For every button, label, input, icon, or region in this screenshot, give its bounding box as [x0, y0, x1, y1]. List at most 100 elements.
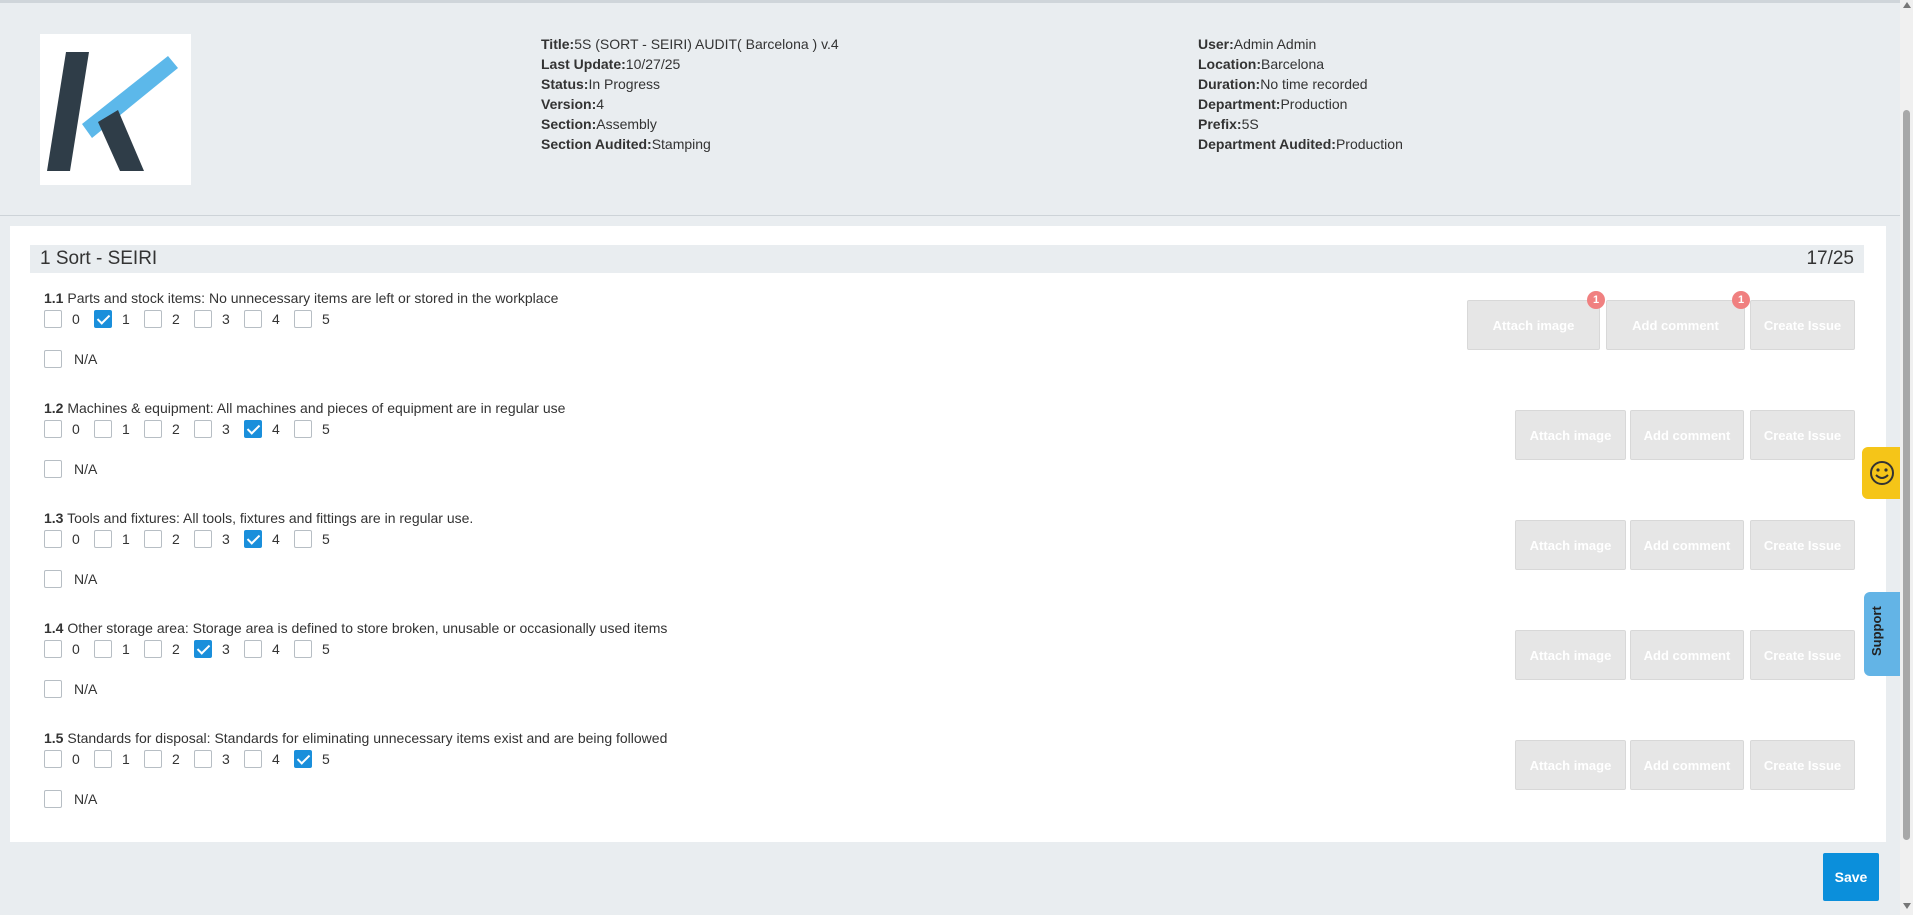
score-option-label: 3	[222, 751, 230, 767]
score-checkbox[interactable]	[94, 310, 112, 328]
score-option-label: 1	[122, 641, 130, 657]
create-issue-button[interactable]: Create Issue	[1750, 520, 1855, 570]
attach-image-button[interactable]: Attach image 1	[1467, 291, 1605, 350]
question-text: 1.4 Other storage area: Storage area is …	[44, 620, 668, 636]
score-checkbox[interactable]	[194, 750, 212, 768]
na-label: N/A	[74, 681, 98, 697]
na-checkbox[interactable]	[44, 350, 62, 368]
score-checkbox[interactable]	[94, 640, 112, 658]
question-row: 1.5 Standards for disposal: Standards fo…	[44, 730, 1855, 830]
meta-row-version: Version:4	[541, 96, 605, 112]
add-comment-button[interactable]: Add comment	[1630, 630, 1744, 680]
score-checkbox[interactable]	[144, 640, 162, 658]
attach-image-button[interactable]: Attach image	[1515, 520, 1626, 570]
attach-image-button-label: Attach image	[1492, 317, 1575, 333]
question-text: 1.2 Machines & equipment: All machines a…	[44, 400, 566, 416]
add-comment-button[interactable]: Add comment	[1630, 520, 1744, 570]
score-checkbox[interactable]	[194, 530, 212, 548]
na-checkbox[interactable]	[44, 680, 62, 698]
add-comment-button[interactable]: Add comment	[1630, 740, 1744, 790]
score-checkbox[interactable]	[194, 420, 212, 438]
score-checkbox[interactable]	[144, 420, 162, 438]
score-checkbox[interactable]	[244, 530, 262, 548]
score-checkbox[interactable]	[44, 420, 62, 438]
attach-image-button[interactable]: Attach image	[1515, 630, 1626, 680]
save-button[interactable]: Save	[1823, 853, 1879, 901]
score-option-label: 0	[72, 641, 80, 657]
score-checkbox[interactable]	[244, 750, 262, 768]
score-checkbox[interactable]	[44, 530, 62, 548]
score-checkbox[interactable]	[144, 530, 162, 548]
company-logo	[40, 34, 191, 185]
score-checkbox[interactable]	[244, 640, 262, 658]
meta-row-section: Section:Assembly	[541, 116, 657, 132]
scrollbar-thumb[interactable]	[1903, 110, 1910, 840]
meta-row-user: User:Admin Admin	[1198, 36, 1317, 52]
na-checkbox[interactable]	[44, 790, 62, 808]
add-comment-button-label: Add comment	[1632, 317, 1719, 333]
score-option-label: 4	[272, 641, 280, 657]
score-checkbox[interactable]	[294, 530, 312, 548]
score-option-label: 1	[122, 531, 130, 547]
add-comment-button-label: Add comment	[1643, 537, 1731, 553]
score-checkbox[interactable]	[144, 310, 162, 328]
score-checkbox[interactable]	[244, 310, 262, 328]
na-checkbox[interactable]	[44, 570, 62, 588]
attach-image-button[interactable]: Attach image	[1515, 740, 1626, 790]
add-comment-button-label: Add comment	[1643, 427, 1731, 443]
question-text: 1.3 Tools and fixtures: All tools, fixtu…	[44, 510, 474, 526]
scroll-up-arrow-icon[interactable]	[1903, 2, 1911, 8]
audit-meta-right: User:Admin Admin Location:Barcelona Dura…	[1198, 34, 1403, 154]
add-comment-button[interactable]: Add comment	[1630, 410, 1744, 460]
score-checkbox[interactable]	[294, 750, 312, 768]
vertical-scrollbar[interactable]	[1900, 0, 1913, 915]
score-option-label: 2	[172, 751, 180, 767]
create-issue-button-label: Create Issue	[1763, 317, 1842, 333]
create-issue-button[interactable]: Create Issue	[1750, 630, 1855, 680]
meta-row-title: Title:5S (SORT - SEIRI) AUDIT( Barcelona…	[541, 36, 839, 52]
create-issue-button[interactable]: Create Issue	[1750, 740, 1855, 790]
meta-row-section-audited: Section Audited:Stamping	[541, 136, 711, 152]
score-option-label: 2	[172, 421, 180, 437]
score-checkbox[interactable]	[244, 420, 262, 438]
section-score: 17/25	[1806, 248, 1854, 269]
create-issue-button-label: Create Issue	[1763, 757, 1842, 773]
meta-row-department-audited: Department Audited:Production	[1198, 136, 1403, 152]
score-option-label: 3	[222, 421, 230, 437]
scroll-down-arrow-icon[interactable]	[1903, 903, 1911, 909]
create-issue-button[interactable]: Create Issue	[1750, 300, 1855, 350]
section-title: 1 Sort - SEIRI	[40, 248, 158, 269]
score-checkbox[interactable]	[144, 750, 162, 768]
score-option-label: 0	[72, 751, 80, 767]
add-comment-button[interactable]: Add comment 1	[1606, 291, 1750, 350]
attach-image-button[interactable]: Attach image	[1515, 410, 1626, 460]
question-text: 1.1 Parts and stock items: No unnecessar…	[44, 290, 559, 306]
count-badge: 1	[1587, 291, 1605, 309]
score-checkbox[interactable]	[294, 420, 312, 438]
count-badge: 1	[1732, 291, 1750, 309]
score-option-label: 0	[72, 421, 80, 437]
na-label: N/A	[74, 791, 98, 807]
support-tab[interactable]: Support	[1864, 592, 1900, 676]
feedback-tab[interactable]	[1862, 447, 1902, 499]
score-checkbox[interactable]	[294, 310, 312, 328]
create-issue-button[interactable]: Create Issue	[1750, 410, 1855, 460]
na-checkbox[interactable]	[44, 460, 62, 478]
meta-row-last-update: Last Update:10/27/25	[541, 56, 681, 72]
score-checkbox[interactable]	[294, 640, 312, 658]
score-checkbox[interactable]	[94, 750, 112, 768]
score-checkbox[interactable]	[44, 640, 62, 658]
question-row: 1.1 Parts and stock items: No unnecessar…	[44, 290, 1855, 390]
support-label: Support	[1869, 606, 1884, 656]
score-option-label: 2	[172, 311, 180, 327]
attach-image-button-label: Attach image	[1529, 757, 1612, 773]
meta-row-department: Department:Production	[1198, 96, 1348, 112]
score-checkbox[interactable]	[94, 420, 112, 438]
score-checkbox[interactable]	[44, 310, 62, 328]
attach-image-button-label: Attach image	[1529, 427, 1612, 443]
score-checkbox[interactable]	[44, 750, 62, 768]
score-checkbox[interactable]	[194, 310, 212, 328]
score-checkbox[interactable]	[194, 640, 212, 658]
score-checkbox[interactable]	[94, 530, 112, 548]
na-label: N/A	[74, 571, 98, 587]
